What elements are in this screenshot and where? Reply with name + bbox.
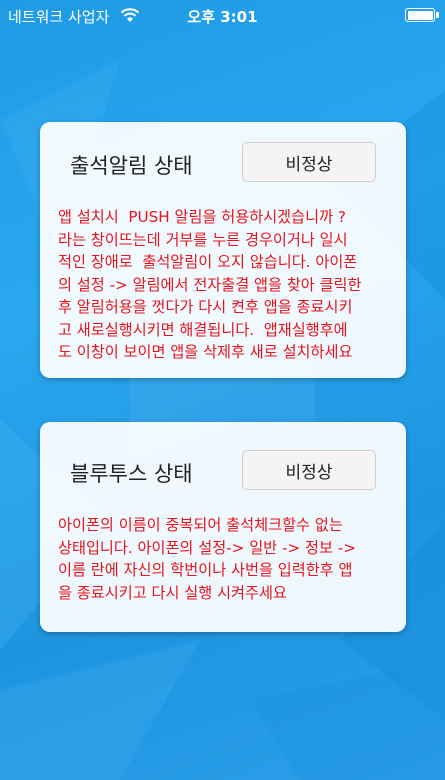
bluetooth-card: 블루투스 상태 비정상 아이폰의 이름이 중복되어 출석체크할수 없는 상태입니… xyxy=(40,422,406,632)
status-bar: 네트워크 사업자 오후 3:01 xyxy=(0,0,445,32)
attendance-status-button[interactable]: 비정상 xyxy=(242,142,376,182)
battery-icon xyxy=(405,8,439,22)
attendance-alert-message: 앱 설치시 PUSH 알림을 허용하시겠습니까 ? 라는 창이뜨는데 거부를 누… xyxy=(58,208,362,361)
bluetooth-title: 블루투스 상태 xyxy=(70,462,193,486)
attendance-alert-card: 출석알림 상태 비정상 앱 설치시 PUSH 알림을 허용하시겠습니까 ? 라는… xyxy=(40,122,406,378)
bluetooth-message: 아이폰의 이름이 중복되어 출석체크할수 없는 상태입니다. 아이폰의 설정->… xyxy=(58,516,356,602)
bluetooth-status-button[interactable]: 비정상 xyxy=(242,450,376,490)
attendance-alert-title: 출석알림 상태 xyxy=(70,154,193,178)
status-time: 오후 3:01 xyxy=(187,8,258,26)
background-pattern xyxy=(0,60,445,780)
